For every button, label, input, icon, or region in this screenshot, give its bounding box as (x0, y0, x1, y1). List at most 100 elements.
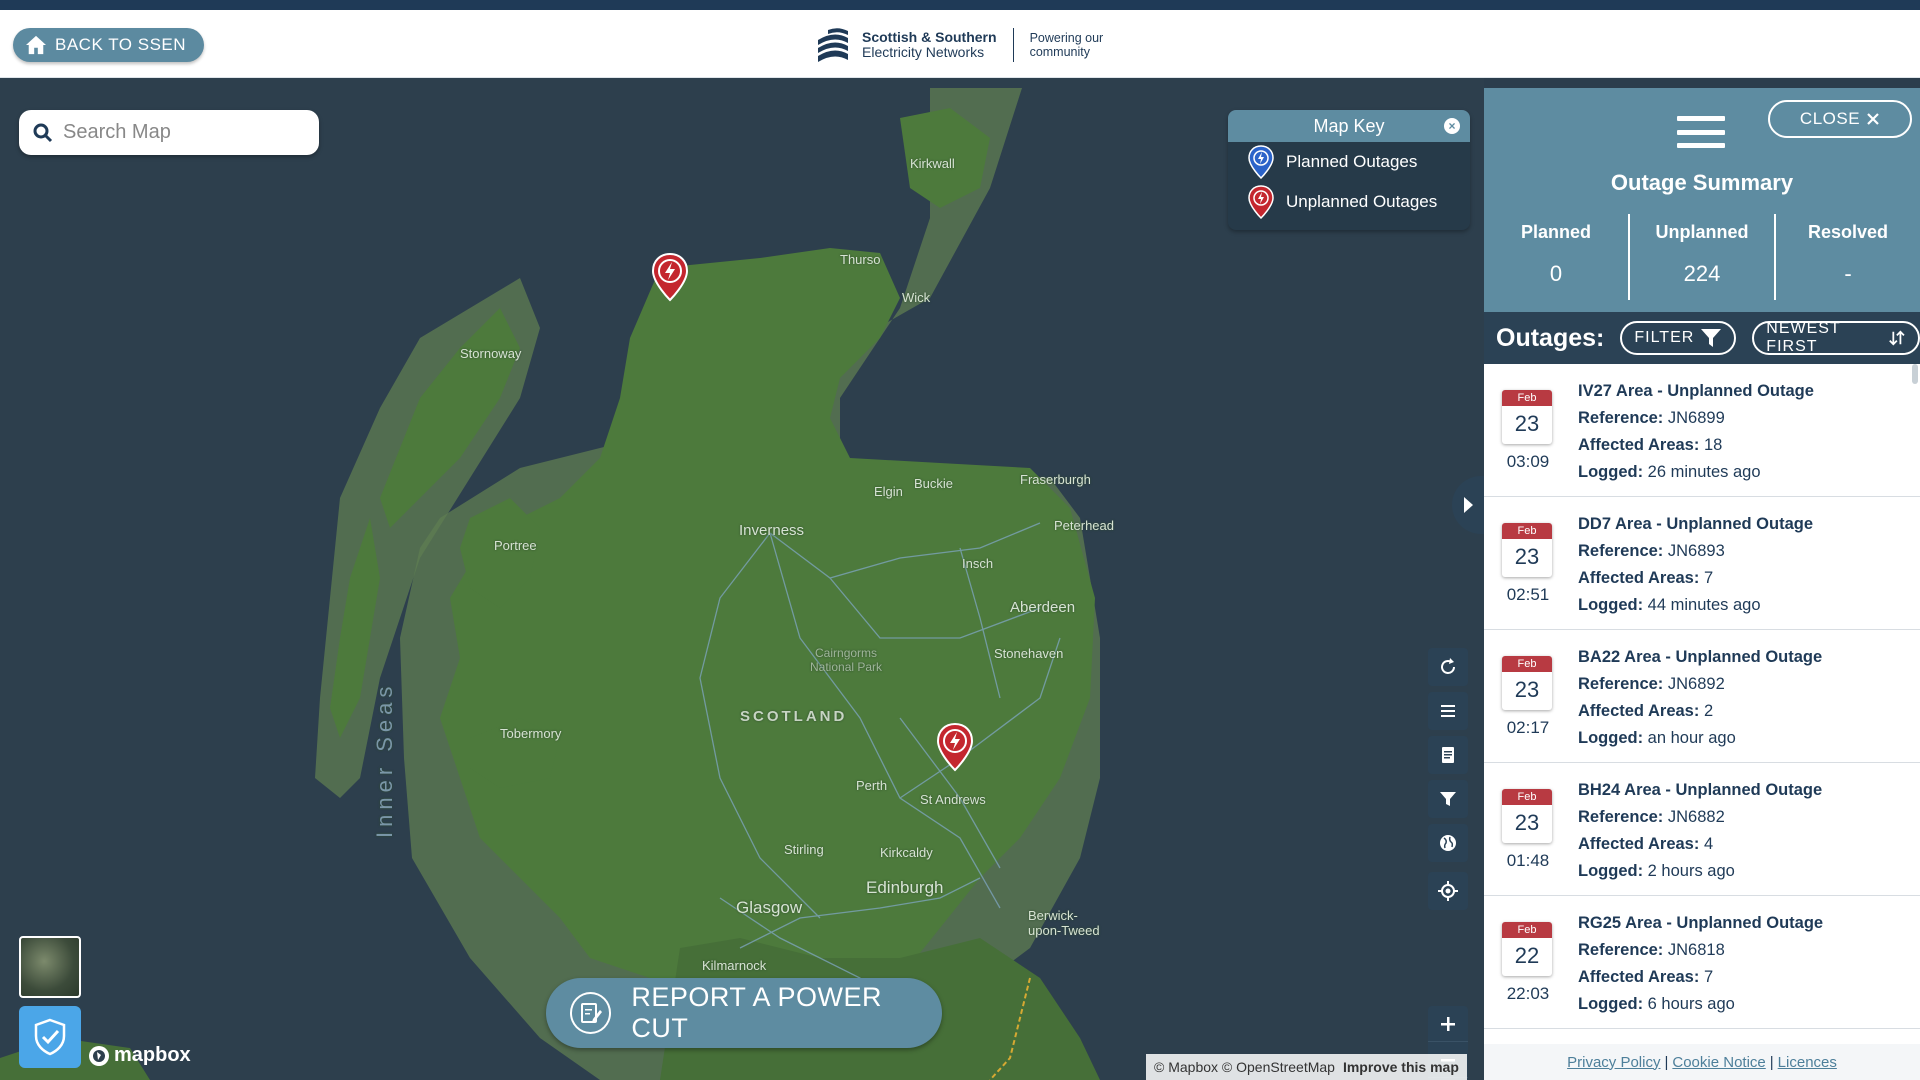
filter-icon (1440, 792, 1456, 806)
cookie-notice-link[interactable]: Cookie Notice (1672, 1054, 1765, 1071)
stat-label: Unplanned (1655, 222, 1749, 242)
attribution-text[interactable]: © Mapbox © OpenStreetMap (1154, 1059, 1335, 1075)
report-power-cut-button[interactable]: REPORT A POWER CUT (546, 978, 942, 1048)
map-key-unplanned-label: Unplanned Outages (1286, 192, 1438, 211)
outage-logged: 6 hours ago (1647, 995, 1735, 1013)
stat-label: Planned (1520, 222, 1591, 242)
logo-tagline: Powering our community (1030, 31, 1104, 59)
outage-info: IV27 Area - Unplanned Outage Reference: … (1578, 378, 1814, 496)
menu-icon[interactable] (1677, 116, 1725, 148)
outage-item[interactable]: Feb 23 01:48 BH24 Area - Unplanned Outage… (1484, 763, 1920, 896)
place-elgin: Elgin (874, 484, 903, 499)
place-fraserburgh: Fraserburgh (1020, 472, 1091, 487)
unplanned-marker-icon (1248, 185, 1274, 219)
outage-logged: 26 minutes ago (1647, 463, 1761, 481)
shield-check-icon (34, 1018, 66, 1056)
outage-title: RG25 Area - Unplanned Outage (1578, 914, 1824, 932)
locate-icon (1438, 881, 1458, 901)
calendar-day: 23 (1514, 411, 1540, 436)
calendar-month: Feb (1502, 523, 1552, 539)
logged-label: Logged: (1578, 463, 1644, 481)
logo-divider (1012, 28, 1014, 62)
areas-label: Affected Areas: (1578, 702, 1700, 720)
panel-footer: Privacy Policy | Cookie Notice | Licence… (1484, 1044, 1920, 1080)
outage-map[interactable]: Kirkwall Thurso Wick Stornoway Elgin Buc… (0, 78, 1484, 1080)
document-button[interactable] (1428, 736, 1468, 774)
place-wick: Wick (902, 290, 931, 305)
calendar-month: Feb (1502, 789, 1552, 805)
calendar-month: Feb (1502, 922, 1552, 938)
logged-label: Logged: (1578, 995, 1644, 1013)
close-panel-button[interactable]: CLOSE (1768, 100, 1912, 138)
place-stornoway: Stornoway (460, 346, 522, 361)
map-key-header: Map Key × (1228, 110, 1470, 142)
place-inverness: Inverness (739, 522, 805, 539)
mapbox-label: mapbox (114, 1044, 191, 1066)
sort-outages-button[interactable]: NEWEST FIRST (1752, 320, 1920, 355)
site-header: BACK TO SSEN Scottish & Southern Electri… (0, 10, 1920, 78)
outage-reference: JN6893 (1667, 542, 1725, 560)
place-berwick: Berwick- upon-Tweed (1028, 908, 1100, 938)
outage-panel: CLOSE Outage Summary Planned 0 Unplanned… (1484, 88, 1920, 1080)
map-key-planned: Planned Outages (1228, 142, 1470, 182)
report-form-icon (580, 1003, 602, 1023)
summary-title: Outage Summary (1610, 170, 1794, 195)
map-key-unplanned: Unplanned Outages (1228, 182, 1470, 222)
outage-item[interactable]: Feb 22 22:03 RG25 Area - Unplanned Outage… (1484, 896, 1920, 1029)
map-search[interactable] (19, 110, 319, 155)
improve-map-link[interactable]: Improve this map (1343, 1059, 1459, 1075)
stat-unplanned: Unplanned 224 (1630, 214, 1776, 300)
list-button[interactable] (1428, 692, 1468, 730)
berwick-line-1: Berwick- (1028, 908, 1078, 923)
ref-label: Reference: (1578, 808, 1664, 826)
place-buckie: Buckie (914, 476, 954, 491)
outage-item[interactable]: Feb 23 03:09 IV27 Area - Unplanned Outage… (1484, 364, 1920, 497)
privacy-policy-link[interactable]: Privacy Policy (1567, 1054, 1660, 1071)
park-line-2: National Park (810, 660, 883, 674)
filter-outages-button[interactable]: FILTER (1620, 321, 1737, 355)
ssen-logo[interactable]: Scottish & Southern Electricity Networks… (814, 24, 1103, 66)
list-scrollbar[interactable] (1912, 364, 1918, 384)
refresh-icon (1441, 658, 1455, 674)
tagline-line-1: Powering our (1029, 31, 1104, 45)
filter-button[interactable] (1428, 780, 1468, 818)
globe-icon (1440, 835, 1456, 851)
map-key-title: Map Key (1313, 115, 1385, 136)
outage-summary: CLOSE Outage Summary Planned 0 Unplanned… (1484, 88, 1920, 312)
privacy-shield-button[interactable] (19, 1006, 81, 1068)
refresh-button[interactable] (1428, 648, 1468, 686)
place-glasgow: Glasgow (736, 898, 803, 917)
outage-item[interactable]: Feb 23 02:17 BA22 Area - Unplanned Outage… (1484, 630, 1920, 763)
outage-info: RG25 Area - Unplanned Outage Reference: … (1578, 910, 1823, 1028)
map-attribution: © Mapbox © OpenStreetMap Improve this ma… (1146, 1054, 1467, 1080)
calendar-month: Feb (1502, 390, 1552, 406)
ref-label: Reference: (1578, 542, 1664, 560)
map-key-close-icon[interactable]: × (1444, 118, 1460, 134)
zoom-in-button[interactable] (1428, 1006, 1468, 1042)
calendar-day: 23 (1514, 677, 1540, 702)
back-to-ssen-button[interactable]: BACK TO SSEN (13, 28, 205, 62)
stat-label: Resolved (1807, 222, 1889, 242)
licences-link[interactable]: Licences (1778, 1054, 1837, 1071)
caret-right-icon (1464, 497, 1473, 513)
areas-label: Affected Areas: (1578, 569, 1700, 587)
unplanned-outage-marker[interactable] (935, 722, 975, 772)
calendar-badge: Feb 23 02:17 (1502, 644, 1554, 762)
outage-logged: 44 minutes ago (1647, 596, 1761, 614)
map-controls (1428, 648, 1468, 916)
search-input[interactable] (63, 121, 293, 144)
outage-reference: JN6818 (1667, 941, 1725, 959)
close-icon (1867, 113, 1879, 125)
list-icon (1441, 705, 1455, 717)
globe-button[interactable] (1428, 824, 1468, 862)
filter-label: FILTER (1634, 329, 1695, 346)
outage-title: BA22 Area - Unplanned Outage (1578, 648, 1823, 666)
unplanned-outage-marker[interactable] (650, 252, 690, 302)
outage-item[interactable]: Feb 23 02:51 DD7 Area - Unplanned Outage … (1484, 497, 1920, 630)
place-portree: Portree (494, 538, 537, 553)
zoom-in-icon (1441, 1016, 1455, 1031)
mapbox-logo[interactable]: mapbox (88, 1044, 191, 1067)
outage-time: 02:17 (1506, 718, 1550, 737)
locate-button[interactable] (1428, 872, 1468, 910)
satellite-toggle[interactable] (19, 936, 81, 998)
